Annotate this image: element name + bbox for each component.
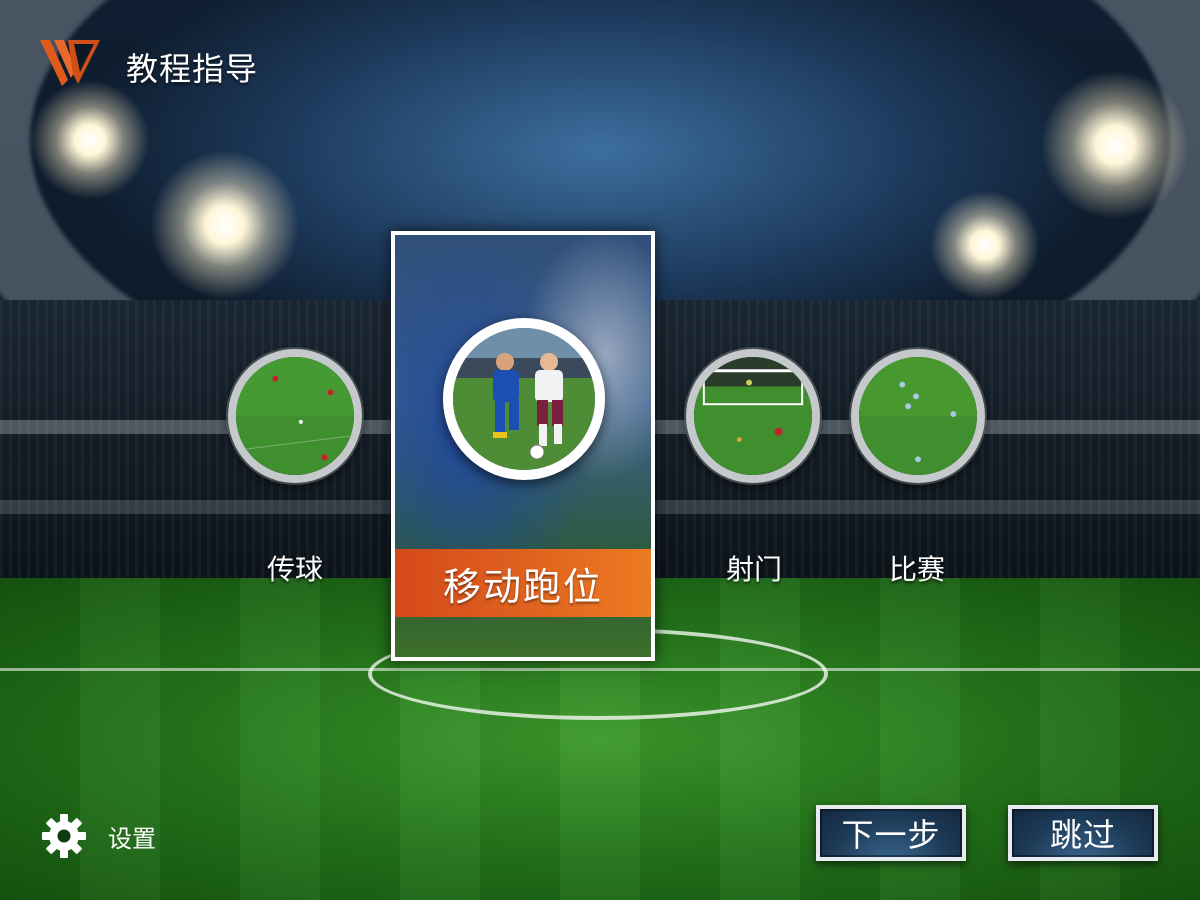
next-step-button[interactable]: 下一步 bbox=[816, 805, 966, 861]
tutorial-movement-thumb bbox=[443, 318, 605, 480]
tutorial-passing-thumb[interactable] bbox=[228, 349, 362, 483]
brand-logo-icon bbox=[40, 40, 100, 86]
tutorial-movement-label: 移动跑位 bbox=[395, 549, 651, 617]
floodlight-right bbox=[1040, 70, 1190, 220]
floodlight-right-lower bbox=[930, 190, 1040, 300]
settings-label: 设置 bbox=[108, 824, 156, 853]
skip-button[interactable]: 跳过 bbox=[1008, 805, 1158, 861]
gear-icon bbox=[42, 814, 86, 858]
tutorial-passing-label: 传球 bbox=[266, 553, 323, 586]
floodlight-left-top bbox=[30, 80, 150, 200]
match-image bbox=[859, 357, 977, 475]
page-title: 教程指导 bbox=[126, 50, 259, 88]
tutorial-movement-card[interactable]: 移动跑位 bbox=[391, 231, 655, 661]
floodlight-left bbox=[150, 150, 300, 300]
passing-image bbox=[236, 357, 354, 475]
settings-button[interactable]: 设置 bbox=[40, 812, 156, 860]
shooting-image bbox=[694, 357, 812, 475]
tutorial-match-label: 比赛 bbox=[888, 553, 945, 586]
tutorial-match-thumb[interactable] bbox=[851, 349, 985, 483]
tutorial-shooting-label: 射门 bbox=[725, 553, 782, 586]
tutorial-shooting-thumb[interactable] bbox=[686, 349, 820, 483]
players-running-image bbox=[453, 328, 595, 470]
